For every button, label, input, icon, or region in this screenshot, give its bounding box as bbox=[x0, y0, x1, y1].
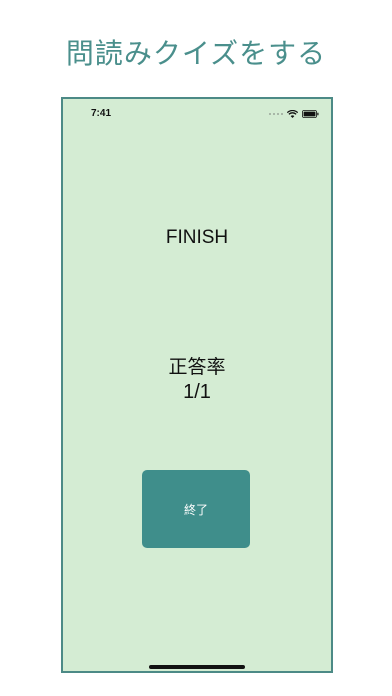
finish-title: FINISH bbox=[165, 227, 229, 248]
promo-title: 問読みクイズをする bbox=[65, 37, 327, 70]
accuracy-value: 1/1 bbox=[183, 381, 211, 403]
phone-screen: 7:41 FINISH 正答率 1/1 終了 bbox=[61, 97, 333, 673]
end-button-label: 終了 bbox=[183, 502, 208, 517]
status-bar: 7:41 bbox=[63, 99, 331, 129]
end-button[interactable]: 終了 bbox=[142, 470, 250, 548]
status-time: 7:41 bbox=[91, 108, 112, 119]
wifi-icon bbox=[287, 110, 298, 118]
status-icons bbox=[269, 108, 319, 120]
accuracy-label: 正答率 bbox=[168, 356, 226, 378]
battery-icon bbox=[302, 110, 319, 118]
home-indicator[interactable] bbox=[149, 665, 245, 669]
signal-icon bbox=[269, 113, 283, 115]
